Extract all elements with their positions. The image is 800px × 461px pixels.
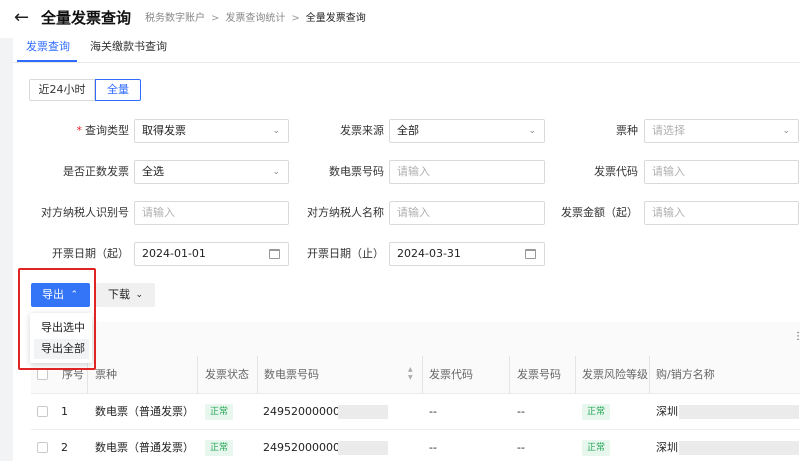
date-end-picker[interactable]: 2024-03-31 bbox=[389, 242, 545, 266]
cell-index: 1 bbox=[61, 405, 68, 418]
tab-invoice-query[interactable]: 发票查询 bbox=[26, 38, 70, 62]
query-type-label: * 查询类型 bbox=[76, 124, 130, 137]
cell-index: 2 bbox=[61, 441, 68, 454]
column-divider bbox=[257, 356, 258, 394]
highlight-annotation-box bbox=[18, 268, 96, 370]
row-checkbox[interactable] bbox=[37, 442, 48, 453]
invoice-source-select[interactable]: 全部 ⌄ bbox=[389, 119, 545, 143]
cell-kind: 数电票（普通发票） bbox=[95, 441, 194, 454]
chevron-down-icon: ⌄ bbox=[272, 126, 280, 136]
breadcrumb-item-account[interactable]: 税务数字账户 bbox=[145, 12, 205, 26]
table-settings-icon[interactable]: ⋮ bbox=[793, 331, 800, 342]
cell-inv-no: -- bbox=[517, 441, 525, 454]
calendar-icon bbox=[525, 249, 536, 259]
cell-number: 249520000000 bbox=[263, 405, 347, 418]
cell-kind: 数电票（普通发票） bbox=[95, 405, 194, 418]
breadcrumb: 税务数字账户 > 发票查询统计 > 全量发票查询 bbox=[145, 12, 366, 26]
column-header-code: 发票代码 bbox=[429, 368, 473, 381]
tabs-divider bbox=[13, 62, 800, 63]
table-toolbar bbox=[31, 322, 800, 356]
counterparty-name-input[interactable]: 请输入 bbox=[389, 201, 545, 225]
range-option-24h[interactable]: 近24小时 bbox=[29, 79, 95, 101]
status-badge: 正常 bbox=[205, 440, 234, 456]
column-divider bbox=[422, 356, 423, 394]
column-header-risk: 发票风险等级 bbox=[582, 368, 648, 381]
table-header: 序号 票种 发票状态 数电票号码 ▲ ▼ 发票代码 发票号码 发票风险等级 购/销… bbox=[31, 356, 800, 394]
counterparty-name-label: 对方纳税人名称 bbox=[307, 206, 384, 219]
cell-code: -- bbox=[429, 405, 437, 418]
is-positive-label: 是否正数发票 bbox=[63, 165, 129, 178]
calendar-icon bbox=[269, 249, 280, 259]
column-header-kind: 票种 bbox=[95, 368, 117, 381]
risk-badge: 正常 bbox=[582, 404, 611, 420]
redacted-block bbox=[338, 405, 388, 419]
invoice-code-label: 发票代码 bbox=[594, 165, 638, 178]
tab-customs-query[interactable]: 海关缴款书查询 bbox=[90, 38, 167, 62]
counterparty-id-label: 对方纳税人识别号 bbox=[41, 206, 129, 219]
amount-start-label: 发票金额（起） bbox=[561, 206, 638, 219]
cell-code: -- bbox=[429, 441, 437, 454]
breadcrumb-item-current: 全量发票查询 bbox=[305, 13, 366, 24]
page-title: 全量发票查询 bbox=[41, 9, 132, 27]
chevron-down-icon: ⌄ bbox=[272, 167, 280, 177]
table-row[interactable]: 1 数电票（普通发票） 正常 249520000000 -- -- 正常 深圳 bbox=[31, 394, 800, 430]
column-header-party: 购/销方名称 bbox=[656, 368, 715, 381]
chevron-down-icon: ⌄ bbox=[135, 290, 143, 300]
cell-number: 249520000000 bbox=[263, 441, 347, 454]
range-option-all[interactable]: 全量 bbox=[95, 79, 141, 101]
cell-party: 深圳 bbox=[656, 441, 678, 454]
column-header-status: 发票状态 bbox=[205, 368, 249, 381]
redacted-block bbox=[679, 441, 799, 455]
ticket-kind-label: 票种 bbox=[616, 124, 638, 137]
redacted-block bbox=[338, 441, 388, 455]
breadcrumb-item-stats[interactable]: 发票查询统计 bbox=[225, 12, 285, 26]
is-positive-select[interactable]: 全选 ⌄ bbox=[134, 160, 289, 184]
sort-icon[interactable]: ▲ ▼ bbox=[408, 366, 413, 382]
digital-no-input[interactable]: 请输入 bbox=[389, 160, 545, 184]
select-all-checkbox[interactable] bbox=[37, 369, 48, 380]
column-header-inv-no: 发票号码 bbox=[517, 368, 561, 381]
back-arrow-icon[interactable]: ← bbox=[14, 9, 34, 27]
date-start-label: 开票日期（起） bbox=[52, 247, 129, 260]
digital-no-label: 数电票号码 bbox=[329, 165, 384, 178]
query-type-select[interactable]: 取得发票 ⌄ bbox=[134, 119, 289, 143]
column-divider bbox=[509, 356, 510, 394]
column-divider bbox=[575, 356, 576, 394]
column-header-number[interactable]: 数电票号码 bbox=[264, 356, 319, 394]
chevron-down-icon: ⌄ bbox=[528, 126, 536, 136]
cell-inv-no: -- bbox=[517, 405, 525, 418]
column-divider bbox=[649, 356, 650, 394]
column-divider bbox=[197, 356, 198, 394]
invoice-source-label: 发票来源 bbox=[340, 124, 384, 137]
chevron-right-icon: > bbox=[211, 13, 220, 24]
left-gutter bbox=[0, 38, 13, 461]
ticket-kind-select[interactable]: 请选择 ⌄ bbox=[644, 119, 799, 143]
chevron-down-icon: ⌄ bbox=[782, 126, 790, 136]
row-checkbox[interactable] bbox=[37, 406, 48, 417]
cell-party: 深圳 bbox=[656, 405, 678, 418]
table-row[interactable]: 2 数电票（普通发票） 正常 249520000000 -- -- 正常 深圳 bbox=[31, 430, 800, 461]
counterparty-id-input[interactable]: 请输入 bbox=[134, 201, 289, 225]
chevron-right-icon: > bbox=[291, 13, 300, 24]
invoice-code-input[interactable]: 请输入 bbox=[644, 160, 799, 184]
download-button[interactable]: 下载 ⌄ bbox=[96, 283, 155, 307]
amount-start-input[interactable]: 请输入 bbox=[644, 201, 799, 225]
date-end-label: 开票日期（止） bbox=[307, 247, 384, 260]
status-badge: 正常 bbox=[205, 404, 234, 420]
redacted-block bbox=[679, 405, 799, 419]
date-start-picker[interactable]: 2024-01-01 bbox=[134, 242, 289, 266]
risk-badge: 正常 bbox=[582, 440, 611, 456]
